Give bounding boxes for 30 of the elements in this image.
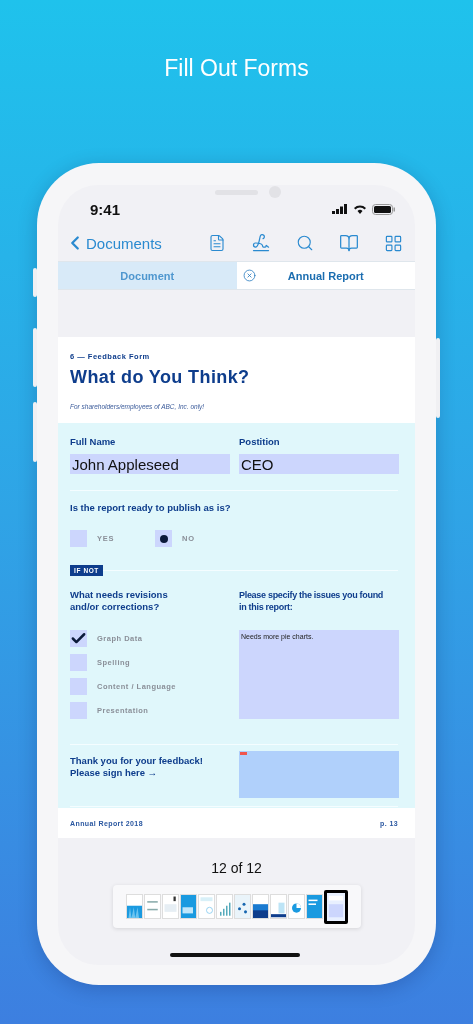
sign-prompt: Thank you for your feedback! Please sign here → — [70, 755, 205, 780]
tab[interactable]: Annual Report — [236, 262, 415, 289]
checkbox[interactable] — [70, 630, 87, 647]
form-title: What do You Think? — [70, 367, 251, 388]
checkbox[interactable] — [70, 678, 87, 695]
checkbox[interactable] — [70, 702, 87, 719]
page-counter: 12 of 12 — [211, 860, 262, 876]
radio-button[interactable] — [155, 530, 172, 547]
input-field[interactable]: John Appleseed — [70, 454, 230, 474]
field-label: Full Name — [70, 436, 117, 448]
radio-button[interactable] — [70, 530, 87, 547]
search-icon[interactable] — [296, 234, 314, 252]
status-time: 9:41 — [90, 200, 121, 218]
close-icon[interactable] — [242, 269, 256, 282]
battery-icon — [372, 203, 395, 215]
checkbox[interactable] — [70, 654, 87, 671]
question-text: Is the report ready to publish as is? — [70, 502, 232, 514]
wifi-icon — [353, 204, 367, 214]
grid-icon[interactable] — [384, 233, 403, 253]
signature-icon[interactable] — [251, 233, 271, 253]
document-icon[interactable] — [208, 234, 226, 252]
signal-icon — [332, 204, 348, 214]
signature-field[interactable] — [239, 751, 399, 798]
question-text: What needs revisions and/or corrections? — [70, 589, 169, 613]
page-thumbnail[interactable] — [323, 889, 348, 924]
promo-title: Fill Out Forms — [164, 54, 309, 82]
field-label: Postition — [239, 436, 281, 448]
question-text: Please specify the issues you found in this report: — [239, 589, 385, 613]
input-field[interactable]: CEO — [239, 454, 399, 474]
book-icon[interactable] — [339, 233, 359, 253]
